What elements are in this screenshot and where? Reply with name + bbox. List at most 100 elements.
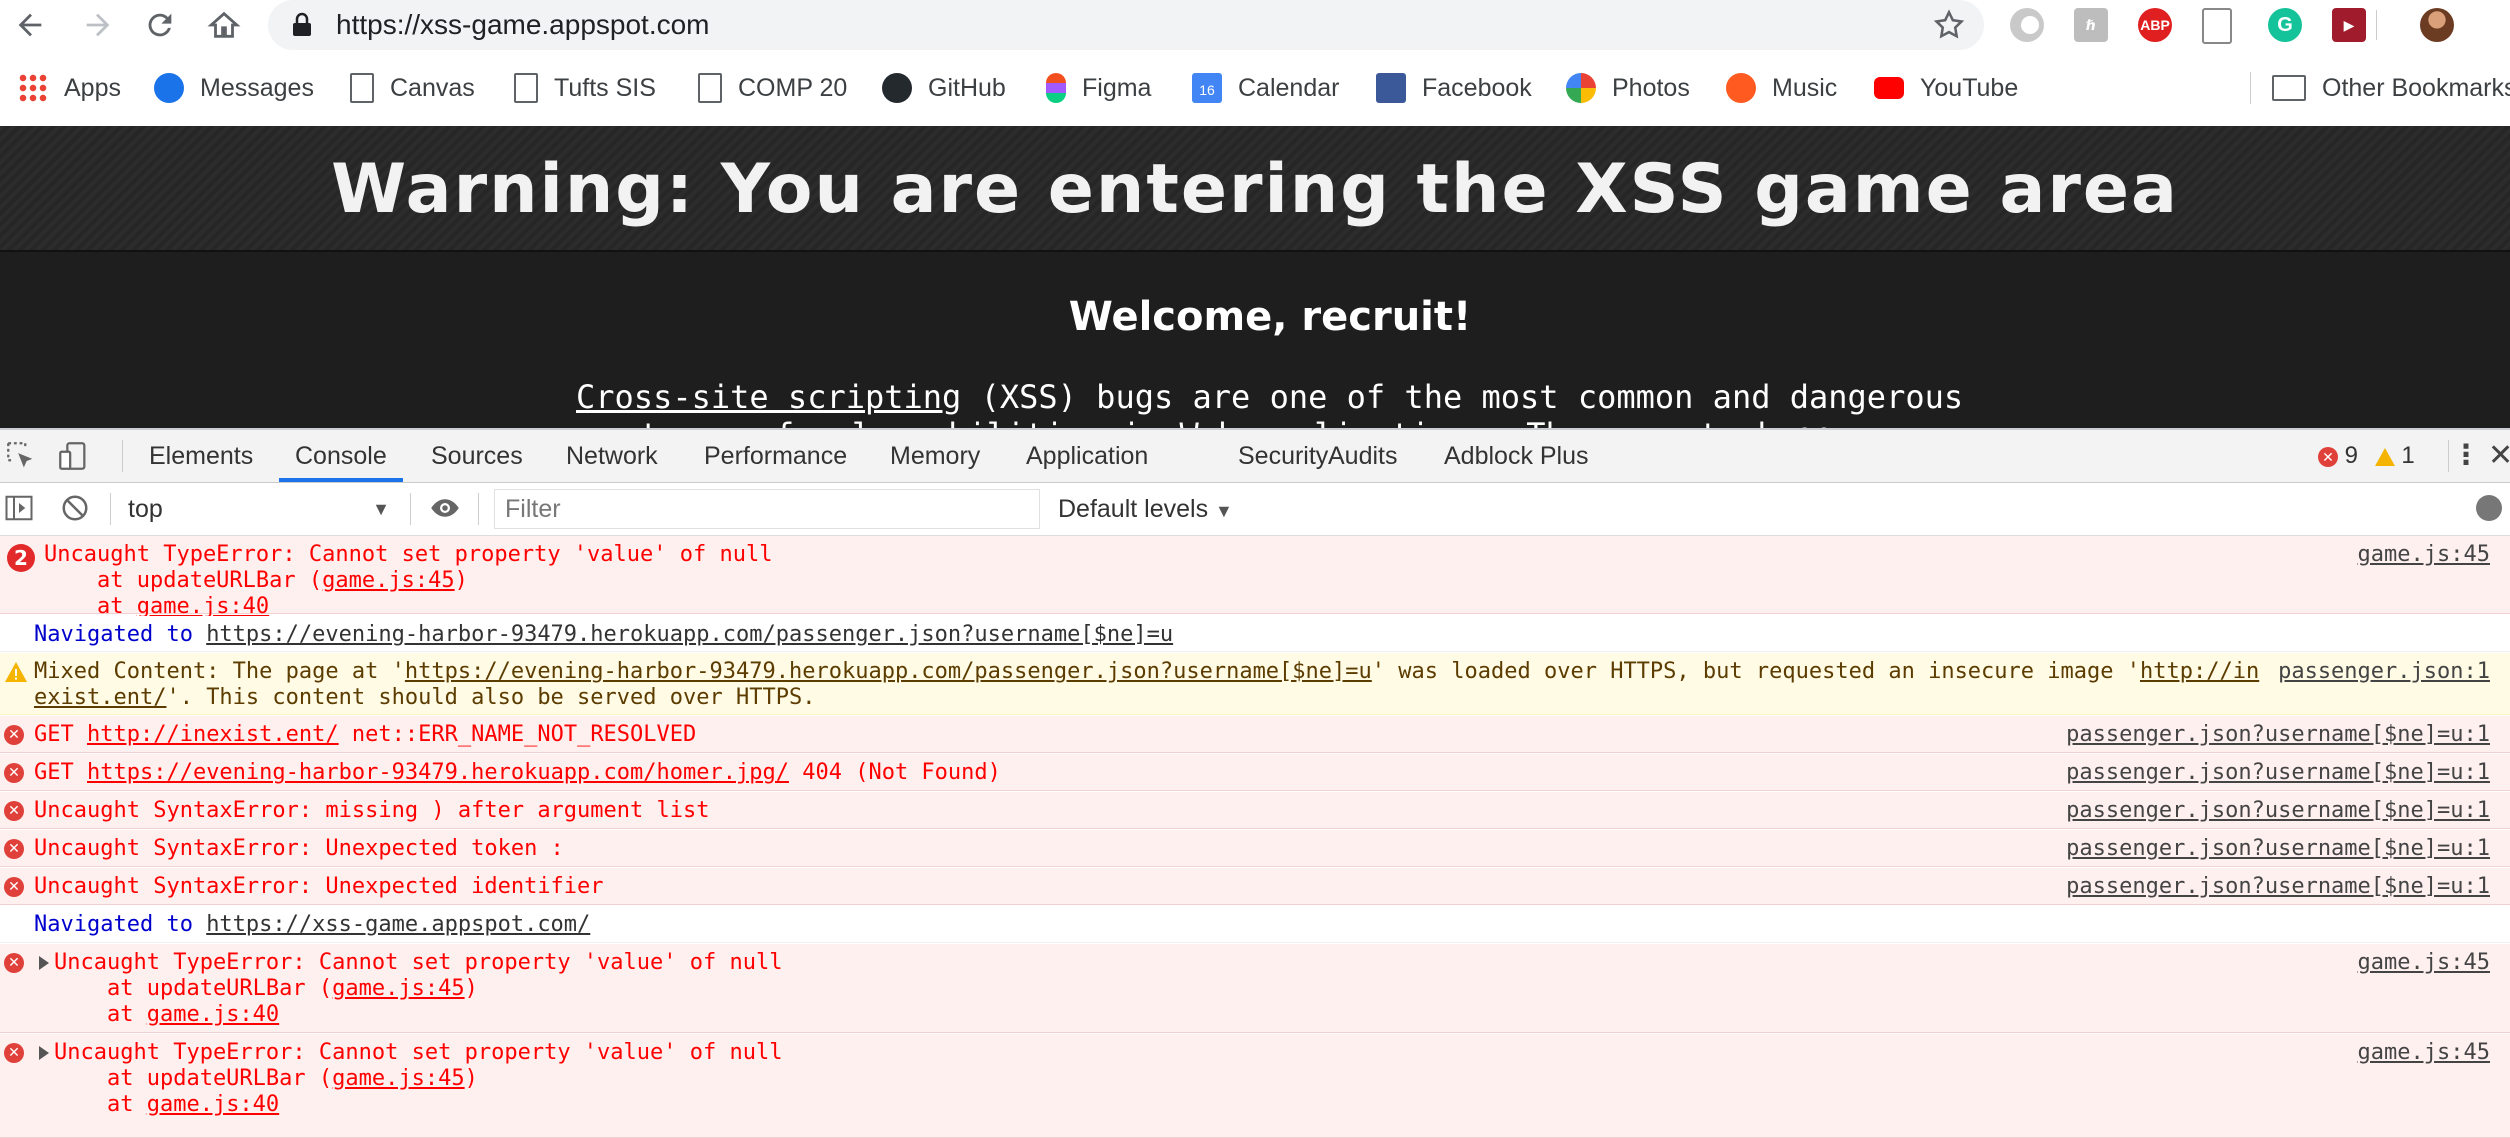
tab-application[interactable]: Application: [1026, 430, 1148, 482]
bookmark-youtube[interactable]: YouTube: [1874, 64, 2018, 112]
h-extension-icon[interactable]: ℏ: [2074, 8, 2108, 42]
home-button[interactable]: [204, 4, 244, 46]
intro-text-line-2: types of vulnerabilities in Web applicat…: [640, 416, 1892, 428]
page-icon: [350, 73, 374, 103]
tab-sources[interactable]: Sources: [431, 430, 523, 482]
address-bar[interactable]: https://xss-game.appspot.com: [268, 0, 1984, 50]
live-expression-eye-icon[interactable]: [428, 493, 462, 523]
profile-avatar-icon[interactable]: [2420, 8, 2454, 42]
source-location-link[interactable]: passenger.json?username[$ne]=u:1: [2066, 798, 2490, 824]
navigated-url-link[interactable]: https://evening-harbor-93479.herokuapp.c…: [206, 622, 1173, 647]
clear-console-icon[interactable]: [60, 493, 90, 523]
bookmark-calendar[interactable]: 16 Calendar: [1192, 64, 1339, 112]
console-message-navigation: Navigated to https://evening-harbor-9347…: [0, 616, 2510, 652]
intro-text: Cross-site scripting (XSS) bugs are one …: [576, 378, 1964, 416]
forward-arrow-icon: [86, 13, 110, 37]
source-location-link[interactable]: passenger.json?username[$ne]=u:1: [2066, 836, 2490, 862]
toolbar-separator: [410, 493, 411, 525]
tab-memory[interactable]: Memory: [890, 430, 980, 482]
show-sidebar-icon[interactable]: [4, 493, 34, 523]
tab-performance[interactable]: Performance: [704, 430, 847, 482]
source-location-link[interactable]: game.js:45: [2358, 542, 2490, 568]
source-location-link[interactable]: game.js:45: [2358, 950, 2490, 976]
source-link[interactable]: game.js:45: [322, 568, 454, 593]
bookmark-figma[interactable]: Figma: [1046, 64, 1151, 112]
bookmark-photos[interactable]: Photos: [1566, 64, 1690, 112]
error-x-icon: ✕: [4, 839, 24, 859]
warning-text: Mixed Content: The page at 'https://even…: [34, 659, 2260, 684]
stack-frame: at game.js:40: [54, 1092, 280, 1117]
more-options-icon[interactable]: ⋮: [2452, 436, 2480, 476]
tab-security[interactable]: Security: [1238, 430, 1328, 482]
insecure-image-link[interactable]: http://in: [2140, 659, 2259, 684]
bookmark-facebook[interactable]: Facebook: [1376, 64, 1532, 112]
bookmark-tufts-sis[interactable]: Tufts SIS: [514, 64, 656, 112]
error-count-icon: ✕: [2318, 446, 2338, 467]
document-extension-icon[interactable]: [2202, 8, 2232, 44]
lock-icon: [293, 12, 311, 36]
error-x-icon: ✕: [4, 1043, 24, 1063]
xss-link[interactable]: Cross-site scripting: [576, 378, 961, 416]
console-toolbar: top ▼ Default levels ▼: [0, 483, 2510, 536]
forward-button[interactable]: [78, 4, 118, 46]
warning-count-icon: [2374, 447, 2395, 466]
bookmarks-divider: [2250, 72, 2251, 104]
source-location-link[interactable]: passenger.json:1: [2278, 659, 2490, 685]
abp-extension-icon[interactable]: ABP: [2138, 8, 2172, 42]
source-link[interactable]: game.js:45: [332, 976, 464, 1001]
source-location-link[interactable]: game.js:45: [2358, 1040, 2490, 1066]
insecure-image-link[interactable]: exist.ent/: [34, 685, 166, 710]
tab-elements[interactable]: Elements: [149, 430, 253, 482]
filter-input[interactable]: [495, 490, 1039, 528]
red-play-extension-icon[interactable]: ▶: [2332, 8, 2366, 42]
reload-button[interactable]: [140, 4, 180, 46]
source-location-link[interactable]: passenger.json?username[$ne]=u:1: [2066, 722, 2490, 748]
inspect-element-icon[interactable]: [4, 439, 38, 473]
bookmark-music[interactable]: Music: [1726, 64, 1837, 112]
source-link[interactable]: game.js:45: [332, 1066, 464, 1091]
page-url-link[interactable]: https://evening-harbor-93479.herokuapp.c…: [405, 659, 1372, 684]
issue-counts[interactable]: ✕ 9 1: [2318, 430, 2415, 482]
grammarly-extension-icon[interactable]: G: [2268, 8, 2302, 42]
page-icon: [698, 73, 722, 103]
expand-triangle-icon[interactable]: [39, 956, 49, 970]
device-toolbar-icon[interactable]: [56, 439, 90, 473]
console-messages: 2 Uncaught TypeError: Cannot set propert…: [0, 536, 2510, 1138]
error-text: Uncaught SyntaxError: Unexpected identif…: [34, 874, 604, 899]
stack-frame: at updateURLBar (game.js:45): [44, 568, 468, 593]
page-icon: [514, 73, 538, 103]
error-x-icon: ✕: [4, 725, 24, 745]
bookmark-other-bookmarks[interactable]: Other Bookmarks: [2272, 64, 2510, 112]
log-levels-dropdown[interactable]: Default levels ▼: [1058, 489, 1233, 529]
navigated-url-link[interactable]: https://xss-game.appspot.com/: [206, 912, 590, 937]
console-settings-gear-icon[interactable]: [2476, 495, 2502, 521]
context-selector[interactable]: top ▼: [128, 491, 394, 527]
bookmark-star-icon[interactable]: [1932, 8, 1966, 42]
close-devtools-icon[interactable]: ✕: [2488, 430, 2510, 482]
tab-adblock-plus[interactable]: Adblock Plus: [1444, 430, 1589, 482]
source-location-link[interactable]: passenger.json?username[$ne]=u:1: [2066, 760, 2490, 786]
calendar-icon: 16: [1192, 73, 1222, 103]
request-url-link[interactable]: http://inexist.ent/: [87, 722, 339, 747]
source-location-link[interactable]: passenger.json?username[$ne]=u:1: [2066, 874, 2490, 900]
back-button[interactable]: [10, 4, 50, 46]
bookmark-apps[interactable]: Apps: [18, 64, 121, 112]
tab-audits[interactable]: Audits: [1328, 430, 1397, 482]
error-text: GET http://inexist.ent/ net::ERR_NAME_NO…: [34, 722, 697, 747]
filter-box[interactable]: [494, 489, 1040, 529]
bookmark-canvas[interactable]: Canvas: [350, 64, 475, 112]
tab-console[interactable]: Console: [279, 430, 403, 482]
console-message-error: ✕ Uncaught SyntaxError: Unexpected token…: [0, 830, 2510, 867]
facebook-icon: [1376, 73, 1406, 103]
tab-network[interactable]: Network: [566, 430, 658, 482]
bookmark-github[interactable]: GitHub: [882, 64, 1006, 112]
console-message-error: ✕ Uncaught TypeError: Cannot set propert…: [0, 1034, 2510, 1138]
request-url-link[interactable]: https://evening-harbor-93479.herokuapp.c…: [87, 760, 789, 785]
source-link[interactable]: game.js:40: [147, 1092, 279, 1117]
grey-circle-extension-icon[interactable]: [2010, 8, 2044, 42]
bookmark-messages[interactable]: Messages: [154, 64, 314, 112]
source-link[interactable]: game.js:40: [147, 1002, 279, 1027]
url-text[interactable]: https://xss-game.appspot.com: [336, 9, 710, 41]
bookmark-comp-20[interactable]: COMP 20: [698, 64, 847, 112]
expand-triangle-icon[interactable]: [39, 1046, 49, 1060]
